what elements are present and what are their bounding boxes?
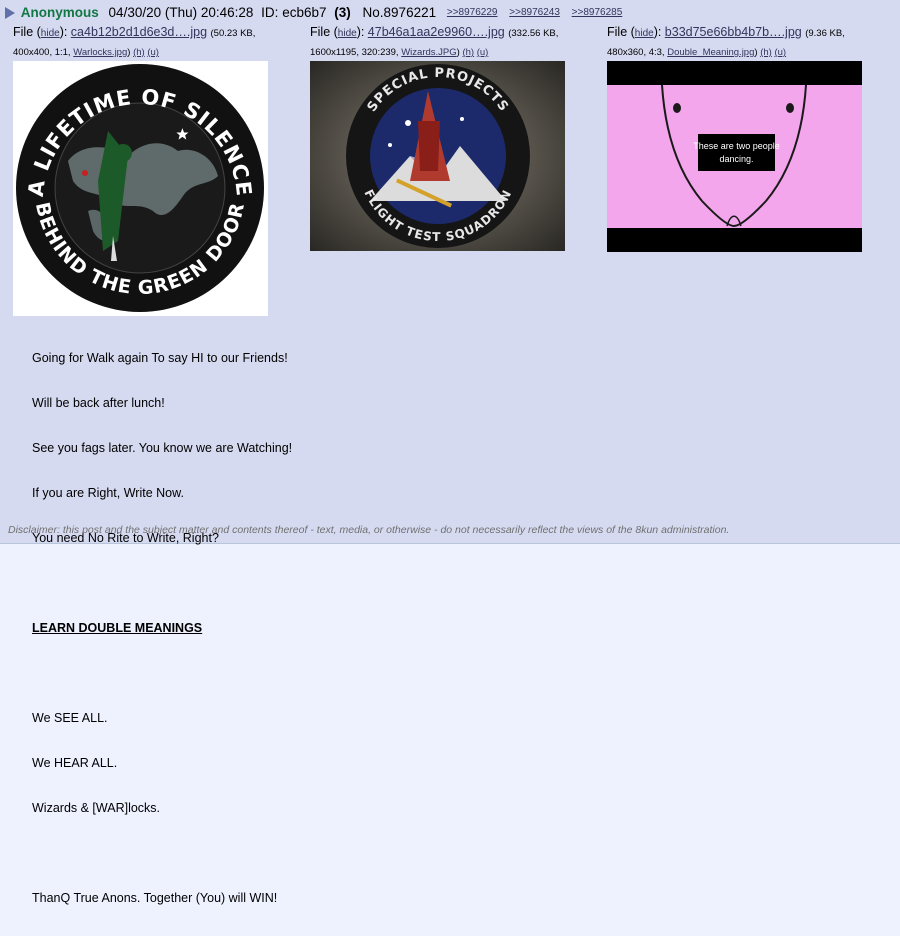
file-info: File (hide): ca4b12b2d1d6e3d….jpg (50.23… [13,24,255,42]
body-line: ThanQ True Anons. Together (You) will WI… [32,891,278,905]
poster-id-value: ecb6b7 [282,5,327,21]
poster-id-label: ID: [261,5,279,21]
file-separator: ): [59,25,71,39]
file-info: File (hide): 47b46a1aa2e9960….jpg (332.5… [310,24,558,42]
double-meaning-image: These are two people dancing. [607,61,862,252]
warlocks-patch-image: A LIFETIME OF SILENCE BEHIND THE GREEN D… [13,61,268,316]
poster-post-count: (3) [334,5,351,21]
original-filename-link[interactable]: Wizards.JPG [401,47,456,58]
body-line: We HEAR ALL. [32,756,118,770]
body-line: See you fags later. You know we are Watc… [32,441,293,455]
file-thumbnail-1[interactable]: A LIFETIME OF SILENCE BEHIND THE GREEN D… [13,61,268,316]
backlink[interactable]: >>8976243 [509,7,560,18]
file-dimensions: 480x360, 4:3, [607,47,668,58]
post-intro: Anonymous 04/30/20 (Thu) 20:46:28 ID: ec… [5,4,630,22]
image-caption-line-2: dancing. [719,154,753,164]
body-line: Will be back after lunch! [32,396,165,410]
file-size: (50.23 KB, [210,28,256,39]
file-attachment-3: File (hide): b33d75e66bb4b7b….jpg (9.36 … [607,24,845,61]
body-line-blank [32,576,292,591]
post-number-link[interactable]: No.8976221 [363,5,437,20]
original-filename-link[interactable]: Double_Meaning.jpg [667,47,754,58]
hash-search-link[interactable]: (h) [760,47,772,58]
hide-file-link[interactable]: hide [635,28,654,39]
body-heading: LEARN DOUBLE MEANINGS [32,621,203,635]
file-attachment-2: File (hide): 47b46a1aa2e9960….jpg (332.5… [310,24,558,61]
post-body: Going for Walk again To say HI to our Fr… [32,321,292,936]
hash-search-link[interactable]: (h) [133,47,145,58]
file-meta-close: ) [456,47,460,58]
body-line-blank [32,846,292,861]
body-line: If you are Right, Write Now. [32,486,184,500]
backlink[interactable]: >>8976229 [447,7,498,18]
backlink[interactable]: >>8976285 [572,7,623,18]
file-thumbnail-3[interactable]: These are two people dancing. [607,61,862,252]
hash-search-link[interactable]: (h) [462,47,474,58]
file-size: (332.56 KB, [508,28,559,39]
post-menu-arrow-icon[interactable] [5,7,15,20]
poster-name: Anonymous [20,5,99,21]
poster-id[interactable]: ID: ecb6b7 [261,5,326,20]
original-filename-link[interactable]: Warlocks.jpg [73,47,127,58]
url-search-link[interactable]: (u) [774,47,786,58]
file-meta-row: 480x360, 4:3, Double_Meaning.jpg) (h) (u… [607,43,845,61]
disclaimer: Disclaimer: this post and the subject ma… [8,524,730,536]
post-date: 04/30/20 (Thu) 20:46:28 [108,5,254,21]
file-separator: ): [356,25,368,39]
body-line-blank [32,666,292,681]
hide-file-link[interactable]: hide [41,28,60,39]
file-thumbnail-2[interactable]: SPECIAL PROJECTS FLIGHT TEST SQUADRON [310,61,565,251]
hide-file-link[interactable]: hide [338,28,357,39]
file-size: (9.36 KB, [805,28,845,39]
file-name-link[interactable]: b33d75e66bb4b7b….jpg [665,25,802,39]
file-name-link[interactable]: ca4b12b2d1d6e3d….jpg [71,25,207,39]
body-line: We SEE ALL. [32,711,108,725]
image-caption-line-1: These are two people [693,141,780,151]
file-info: File (hide): b33d75e66bb4b7b….jpg (9.36 … [607,24,845,42]
file-label: File ( [607,25,635,39]
file-meta-close: ) [127,47,131,58]
post-container: Anonymous 04/30/20 (Thu) 20:46:28 ID: ec… [0,0,900,905]
file-meta-close: ) [754,47,758,58]
file-label: File ( [13,25,41,39]
wizards-patch-image: SPECIAL PROJECTS FLIGHT TEST SQUADRON [310,61,565,251]
file-separator: ): [653,25,665,39]
file-label: File ( [310,25,338,39]
file-meta-row: 400x400, 1:1, Warlocks.jpg) (h) (u) [13,43,255,61]
file-name-link[interactable]: 47b46a1aa2e9960….jpg [368,25,505,39]
file-dimensions: 1600x1195, 320:239, [310,47,402,58]
body-line: Wizards & [WAR]locks. [32,801,161,815]
body-line: Going for Walk again To say HI to our Fr… [32,351,288,365]
url-search-link[interactable]: (u) [147,47,159,58]
file-meta-row: 1600x1195, 320:239, Wizards.JPG) (h) (u) [310,43,558,61]
file-attachment-1: File (hide): ca4b12b2d1d6e3d….jpg (50.23… [13,24,255,61]
file-dimensions: 400x400, 1:1, [13,47,74,58]
url-search-link[interactable]: (u) [477,47,489,58]
